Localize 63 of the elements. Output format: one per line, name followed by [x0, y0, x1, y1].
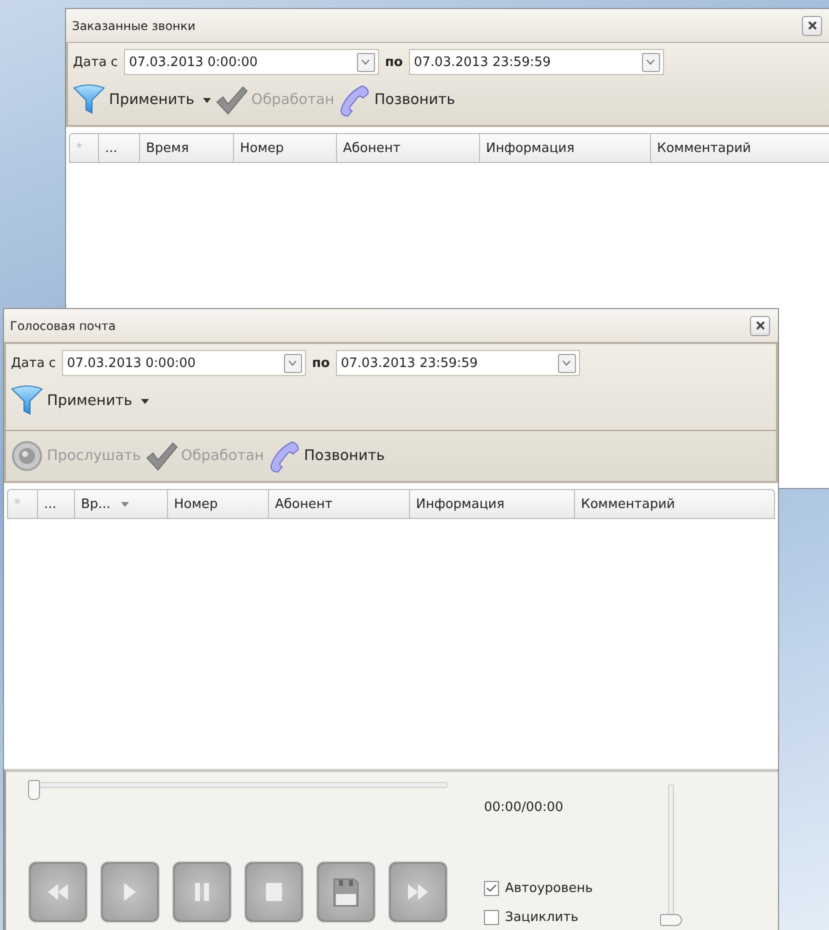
slider-thumb[interactable]	[660, 914, 682, 926]
column-header[interactable]: Информация	[410, 490, 575, 518]
column-header[interactable]: Информация	[480, 134, 651, 162]
checkbox[interactable]	[484, 881, 499, 896]
apply-button[interactable]: Применить	[11, 384, 150, 418]
apply-button[interactable]: Применить	[73, 84, 212, 116]
dropdown-button[interactable]	[642, 52, 660, 72]
call-button[interactable]: Позвонить	[338, 84, 456, 116]
checkmark-icon	[486, 884, 497, 893]
dropdown-button[interactable]	[558, 354, 576, 372]
date-from-label: Дата с	[73, 54, 118, 70]
phone-handset-icon	[268, 440, 302, 472]
funnel-icon	[11, 384, 44, 418]
date-field[interactable]: 07.03.2013 0:00:00	[124, 49, 379, 75]
close-icon	[756, 321, 764, 330]
chevron-icon	[361, 59, 370, 65]
checkbox[interactable]	[484, 910, 499, 925]
date-from-label: Дата с	[11, 356, 56, 370]
fast-forward-icon	[408, 884, 428, 900]
rewind-icon	[48, 884, 68, 900]
dropdown-button[interactable]	[284, 354, 302, 372]
column-header[interactable]: Комментарий	[575, 490, 774, 518]
column-header[interactable]: Номер	[234, 134, 337, 162]
checkbox-label: Зациклить	[505, 910, 578, 925]
volume-slider[interactable]	[660, 784, 682, 926]
stop-icon	[266, 883, 282, 901]
column-header[interactable]: Вр...	[75, 490, 168, 518]
checkmark-icon	[215, 84, 248, 116]
column-header[interactable]: Абонент	[337, 134, 480, 162]
column-header[interactable]: ...	[99, 134, 140, 162]
chevron-icon	[646, 59, 656, 65]
window-title: Заказанные звонки	[72, 18, 196, 32]
close-icon	[808, 21, 816, 30]
playback-time: 00:00/00:00	[484, 800, 564, 815]
chevron-icon	[288, 360, 298, 366]
column-header[interactable]: Номер	[168, 490, 269, 518]
call-button[interactable]: Позвонить	[268, 440, 385, 472]
sort-arrow-icon	[120, 502, 129, 506]
funnel-icon	[73, 84, 106, 116]
close-button[interactable]	[802, 16, 822, 36]
speaker-icon	[11, 440, 44, 472]
date-to-label: по	[384, 54, 403, 70]
column-header[interactable]: Комментарий	[651, 134, 829, 162]
caret-icon	[141, 398, 150, 404]
date-field[interactable]: 07.03.2013 0:00:00	[62, 350, 306, 376]
close-button[interactable]	[750, 316, 770, 336]
chevron-icon	[562, 360, 572, 366]
pause-icon	[195, 883, 209, 901]
window-title: Голосовая почта	[10, 318, 116, 332]
date-field[interactable]: 07.03.2013 23:59:59	[336, 350, 580, 376]
dropdown-button[interactable]	[356, 52, 375, 72]
phone-handset-icon	[338, 84, 372, 116]
slider-thumb[interactable]	[28, 780, 40, 800]
date-field[interactable]: 07.03.2013 23:59:59	[408, 49, 664, 75]
checkbox-label: Автоуровень	[505, 881, 593, 896]
caret-icon	[203, 98, 212, 102]
checkmark-icon	[144, 440, 178, 472]
date-to-label: по	[312, 356, 330, 370]
column-header[interactable]: Время	[140, 134, 234, 162]
column-header[interactable]: Абонент	[269, 490, 410, 518]
column-header[interactable]: ...	[38, 490, 75, 518]
play-icon	[124, 883, 136, 901]
seek-slider[interactable]	[28, 780, 448, 800]
